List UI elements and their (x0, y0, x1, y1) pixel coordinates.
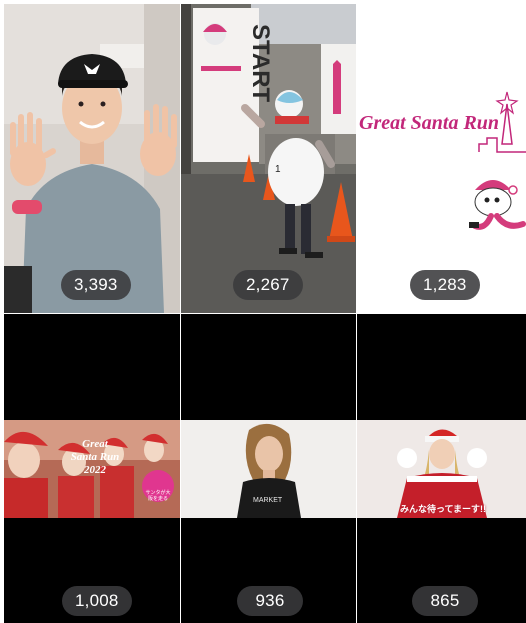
view-count-badge: 2,267 (233, 270, 303, 300)
reel-6-caption: みんな待ってまーす!! (399, 504, 487, 514)
reel-5-thumbnail: MARKET (181, 420, 356, 518)
reel-tile-6[interactable]: みんな待ってまーす!! 865 (357, 314, 526, 623)
reel-1-thumbnail (4, 4, 180, 313)
reel-4-title: Great Santa Run 2022 (70, 438, 120, 476)
view-count-badge: 865 (412, 586, 478, 616)
reel-3-thumbnail (469, 91, 526, 230)
reel-tile-5[interactable]: MARKET 936 (181, 314, 356, 623)
view-count-badge: 1,283 (410, 270, 480, 300)
reels-grid: 3,393 START 1 2,267 Great Santa Run 1,28… (0, 0, 526, 623)
view-count-badge: 1,008 (62, 586, 132, 616)
reel-tile-2[interactable]: START 1 2,267 (181, 4, 356, 313)
svg-text:MARKET: MARKET (253, 497, 283, 504)
reel-4-badge-text: サンタが大阪を走る (145, 490, 171, 502)
view-count-badge: 936 (237, 586, 303, 616)
reel-tile-4[interactable]: Great Santa Run 2022 サンタが大阪を走る 1,008 (4, 314, 180, 623)
reel-tile-1[interactable]: 3,393 (4, 4, 180, 313)
svg-text:1: 1 (275, 164, 281, 175)
reel-tile-3[interactable]: Great Santa Run 1,283 (357, 4, 526, 313)
reel-2-thumbnail: START 1 (181, 4, 356, 313)
start-banner-text: START (247, 24, 274, 103)
view-count-badge: 3,393 (61, 270, 131, 300)
